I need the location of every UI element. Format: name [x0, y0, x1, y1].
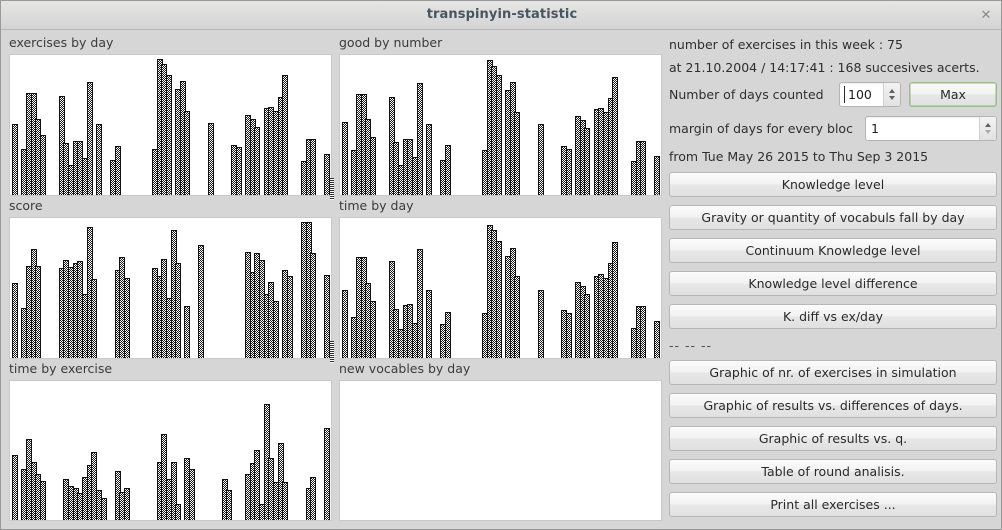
continuum-knowledge-level-button[interactable]: Continuum Knowledge level [669, 238, 997, 263]
date-range-text: from Tue May 26 2015 to Thu Sep 3 2015 [669, 149, 929, 164]
chevron-down-icon[interactable] [985, 130, 991, 134]
chart-canvas-time-by-day[interactable] [339, 217, 662, 359]
window-content: exercises by day good by number score ti… [1, 30, 1001, 529]
chart-canvas-new-vocables-by-day[interactable] [339, 380, 662, 521]
knowledge-level-difference-button[interactable]: Knowledge level difference [669, 271, 997, 296]
chart-panel-time-by-exercise: time by exercise [1, 361, 332, 527]
chart-canvas-time-by-exercise[interactable] [9, 380, 332, 521]
days-counted-value: 100 [848, 87, 872, 102]
chevron-up-icon[interactable] [985, 123, 991, 127]
days-counted-input[interactable]: 100 [840, 83, 883, 106]
margin-days-stepper[interactable]: 1 [865, 116, 997, 141]
margin-days-label: margin of days for every bloc [669, 121, 853, 136]
chart-title-new-vocables-by-day: new vocables by day [339, 361, 471, 376]
days-counted-stepper[interactable]: 100 [839, 82, 901, 107]
text-caret [844, 86, 845, 103]
graphic-exercises-simulation-button[interactable]: Graphic of nr. of exercises in simulatio… [669, 360, 997, 385]
scroll-edge-marker [330, 341, 334, 363]
chart-title-time-by-exercise: time by exercise [9, 361, 113, 376]
window-title: transpinyin-statistic [426, 7, 578, 22]
table-round-analisis-button[interactable]: Table of round analisis. [669, 459, 997, 484]
chart-canvas-good-by-number[interactable] [339, 54, 662, 196]
margin-days-input[interactable]: 1 [866, 117, 979, 140]
graphic-results-vs-q-button[interactable]: Graphic of results vs. q. [669, 426, 997, 451]
chart-canvas-exercises-by-day[interactable] [9, 54, 332, 196]
print-all-exercises-button[interactable]: Print all exercises ... [669, 492, 997, 517]
chart-panel-exercises-by-day: exercises by day [1, 35, 332, 198]
days-counted-arrows[interactable] [883, 83, 900, 106]
margin-days-arrows[interactable] [979, 117, 996, 140]
k-diff-vs-ex-day-button[interactable]: K. diff vs ex/day [669, 304, 997, 329]
scroll-edge-marker [330, 178, 334, 200]
graphic-results-vs-differences-button[interactable]: Graphic of results vs. differences of da… [669, 393, 997, 418]
charts-area: exercises by day good by number score ti… [1, 30, 663, 529]
chart-panel-score: score [1, 198, 332, 361]
chart-title-score: score [9, 198, 43, 213]
margin-days-value: 1 [871, 121, 879, 136]
days-counted-label: Number of days counted [669, 87, 824, 102]
control-panel: number of exercises in this week : 75 at… [663, 30, 1001, 529]
exercises-week-info: number of exercises in this week : 75 [669, 37, 903, 52]
section-separator: -- -- -- [669, 338, 713, 353]
chart-panel-time-by-day: time by day [331, 198, 662, 361]
gravity-quantity-button[interactable]: Gravity or quantity of vocabuls fall by … [669, 205, 997, 230]
chart-title-good-by-number: good by number [339, 35, 443, 50]
title-bar: transpinyin-statistic ✕ [1, 1, 1001, 30]
close-icon[interactable]: ✕ [977, 7, 995, 25]
chart-panel-new-vocables-by-day: new vocables by day [331, 361, 662, 527]
chart-panel-good-by-number: good by number [331, 35, 662, 198]
chevron-up-icon[interactable] [889, 89, 895, 93]
chart-title-exercises-by-day: exercises by day [9, 35, 114, 50]
chart-title-time-by-day: time by day [339, 198, 414, 213]
max-button[interactable]: Max [909, 82, 997, 107]
successive-alerts-info: at 21.10.2004 / 14:17:41 : 168 succesive… [669, 60, 980, 75]
app-window: transpinyin-statistic ✕ exercises by day… [0, 0, 1002, 530]
chart-canvas-score[interactable] [9, 217, 332, 359]
chevron-down-icon[interactable] [889, 96, 895, 100]
knowledge-level-button[interactable]: Knowledge level [669, 172, 997, 197]
